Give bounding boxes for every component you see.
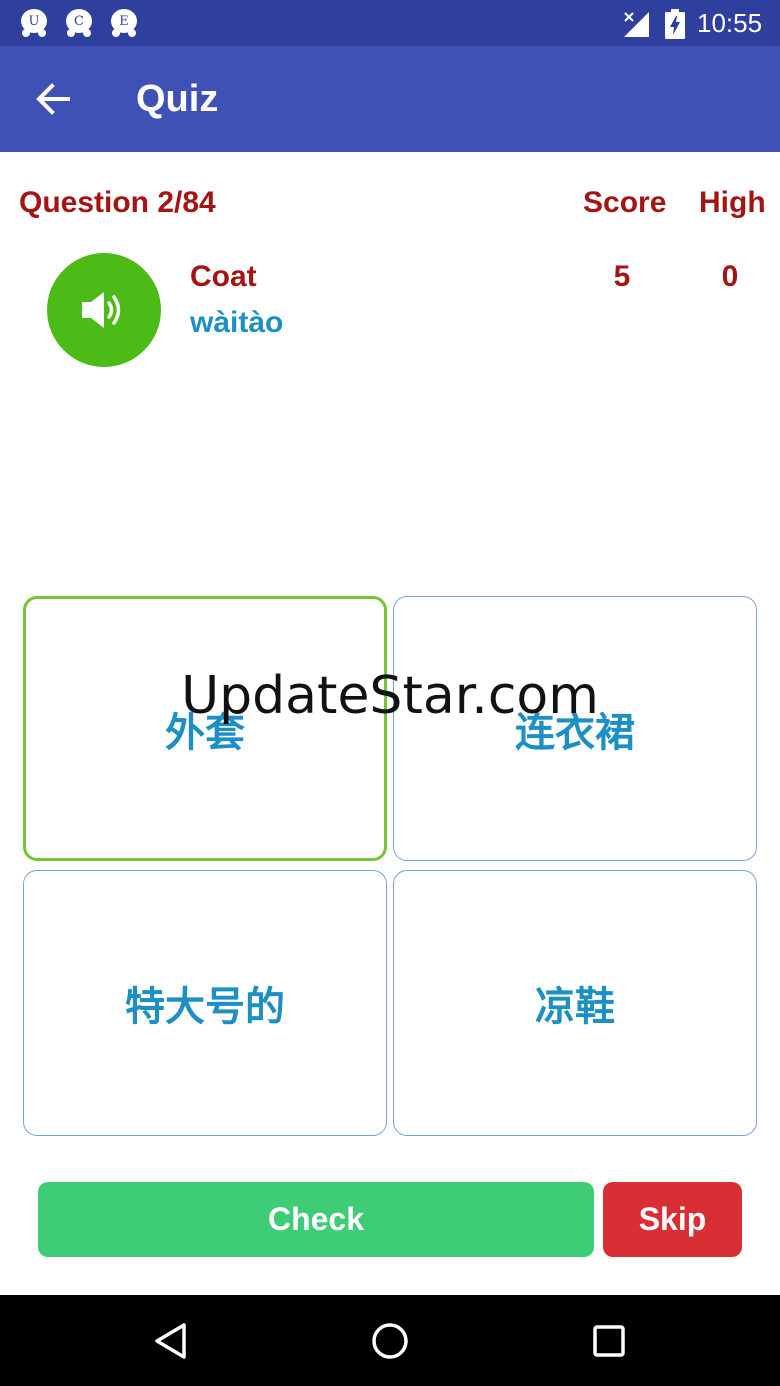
quiz-word: Coat (190, 260, 257, 293)
notification-u-icon: U (19, 8, 49, 38)
question-counter: Question 2/84 (19, 186, 216, 219)
home-circle-icon[interactable] (370, 1321, 410, 1361)
signal-no-data-icon (624, 12, 649, 37)
high-score-value: 0 (721, 260, 739, 293)
navigation-bar (0, 1295, 780, 1386)
notification-e-icon: E (109, 8, 139, 38)
play-audio-button[interactable] (47, 253, 161, 367)
back-button[interactable] (22, 72, 82, 128)
status-time: 10:55 (697, 8, 763, 38)
skip-button[interactable]: Skip (603, 1182, 742, 1257)
arrow-left-icon (36, 83, 70, 115)
app-bar: Quiz (0, 46, 780, 152)
score-label: Score (583, 186, 667, 219)
quiz-pinyin: wàitào (190, 306, 284, 339)
speaker-volume-icon (82, 292, 121, 328)
score-value: 5 (613, 260, 631, 293)
answer-option-3[interactable]: 特大号的 (23, 870, 387, 1136)
answer-option-text: 外套 (165, 709, 245, 756)
answer-option-text: 特大号的 (125, 984, 285, 1030)
page-title: Quiz (136, 78, 219, 120)
answer-option-2[interactable]: 连衣裙 (393, 596, 757, 861)
back-triangle-icon[interactable] (152, 1322, 190, 1360)
status-bar: U C E 10:55 (0, 0, 780, 46)
battery-charging-icon (665, 9, 685, 39)
high-score-label: High (699, 186, 766, 219)
answer-option-text: 连衣裙 (515, 709, 635, 756)
answer-option-1[interactable]: 外套 (23, 596, 387, 861)
answer-option-text: 凉鞋 (535, 984, 615, 1030)
answer-option-4[interactable]: 凉鞋 (393, 870, 757, 1136)
check-button[interactable]: Check (38, 1182, 594, 1257)
recents-square-icon[interactable] (592, 1324, 626, 1358)
notification-c-icon: C (64, 8, 94, 38)
